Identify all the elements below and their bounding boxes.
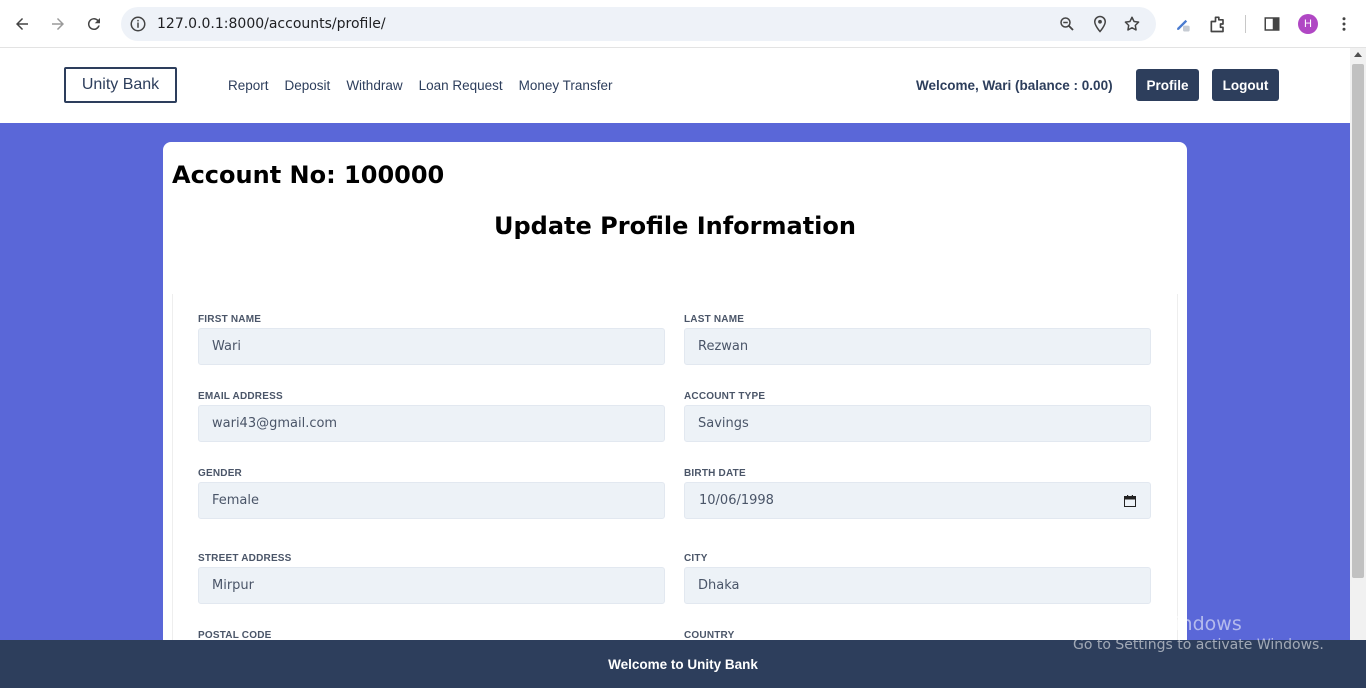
back-button[interactable]: [10, 12, 34, 36]
account-type-label: ACCOUNT TYPE: [684, 391, 766, 402]
email-field[interactable]: wari43@gmail.com: [198, 405, 665, 442]
footer-text: Welcome to Unity Bank: [608, 656, 758, 672]
toolbar-divider: [1245, 15, 1246, 33]
first-name-field[interactable]: Wari: [198, 328, 665, 365]
activate-windows-hint: Go to Settings to activate Windows.: [1073, 637, 1324, 653]
forward-arrow-icon: [52, 18, 64, 30]
first-name-label: FIRST NAME: [198, 314, 262, 325]
birth-date-field[interactable]: 10/06/1998: [684, 482, 1151, 519]
calendar-icon[interactable]: [1124, 495, 1136, 507]
birth-date-label: BIRTH DATE: [684, 468, 746, 479]
address-bar[interactable]: 127.0.0.1:8000/accounts/profile/: [121, 7, 1156, 41]
welcome-balance-text: Welcome, Wari (balance : 0.00): [916, 78, 1113, 93]
street-address-field[interactable]: Mirpur: [198, 567, 665, 604]
site-info-icon[interactable]: [129, 15, 147, 33]
back-arrow-icon: [16, 18, 28, 30]
email-label: EMAIL ADDRESS: [198, 391, 283, 402]
gender-label: GENDER: [198, 468, 242, 479]
nav-money-transfer[interactable]: Money Transfer: [519, 78, 613, 93]
street-address-label: STREET ADDRESS: [198, 553, 292, 564]
activate-windows-title: Activate Windows: [1073, 613, 1242, 635]
logout-button[interactable]: Logout: [1212, 69, 1279, 101]
profile-button[interactable]: Profile: [1136, 69, 1199, 101]
gender-field[interactable]: Female: [198, 482, 665, 519]
menu-kebab-icon[interactable]: [1333, 13, 1355, 35]
reload-icon: [87, 18, 100, 31]
profile-avatar[interactable]: H: [1298, 14, 1318, 34]
scroll-up-arrow-icon[interactable]: [1354, 52, 1362, 57]
profile-card: Account No: 100000 Update Profile Inform…: [163, 142, 1187, 640]
brand-logo[interactable]: Unity Bank: [64, 67, 177, 103]
url-text[interactable]: 127.0.0.1:8000/accounts/profile/: [157, 16, 386, 32]
nav-deposit[interactable]: Deposit: [285, 78, 331, 93]
nav-report[interactable]: Report: [228, 78, 269, 93]
city-label: CITY: [684, 553, 708, 564]
main-nav: Report Deposit Withdraw Loan Request Mon…: [228, 78, 628, 93]
side-panel-icon[interactable]: [1261, 13, 1283, 35]
nav-loan-request[interactable]: Loan Request: [419, 78, 503, 93]
forward-button[interactable]: [46, 12, 70, 36]
postal-code-label: POSTAL CODE: [198, 630, 272, 640]
page-scrollbar[interactable]: [1350, 48, 1366, 640]
extensions-puzzle-icon[interactable]: [1207, 13, 1229, 35]
nav-withdraw[interactable]: Withdraw: [346, 78, 402, 93]
birth-date-value: 10/06/1998: [699, 493, 774, 508]
last-name-label: LAST NAME: [684, 314, 745, 325]
zoom-icon[interactable]: [1058, 15, 1076, 33]
profile-form: FIRST NAME Wari LAST NAME Rezwan EMAIL A…: [172, 294, 1178, 640]
city-field[interactable]: Dhaka: [684, 567, 1151, 604]
account-number: Account No: 100000: [172, 161, 445, 189]
country-label: COUNTRY: [684, 630, 735, 640]
scrollbar-thumb[interactable]: [1352, 64, 1364, 578]
browser-toolbar: 127.0.0.1:8000/accounts/profile/ H: [0, 0, 1366, 48]
extension-pen-icon[interactable]: [1172, 13, 1194, 35]
bookmark-star-icon[interactable]: [1123, 15, 1141, 33]
site-header: Unity Bank Report Deposit Withdraw Loan …: [0, 48, 1350, 123]
main-content: Account No: 100000 Update Profile Inform…: [0, 123, 1350, 640]
location-pin-icon[interactable]: [1091, 15, 1109, 33]
reload-button[interactable]: [82, 12, 106, 36]
last-name-field[interactable]: Rezwan: [684, 328, 1151, 365]
account-type-field[interactable]: Savings: [684, 405, 1151, 442]
page-title: Update Profile Information: [494, 212, 856, 240]
